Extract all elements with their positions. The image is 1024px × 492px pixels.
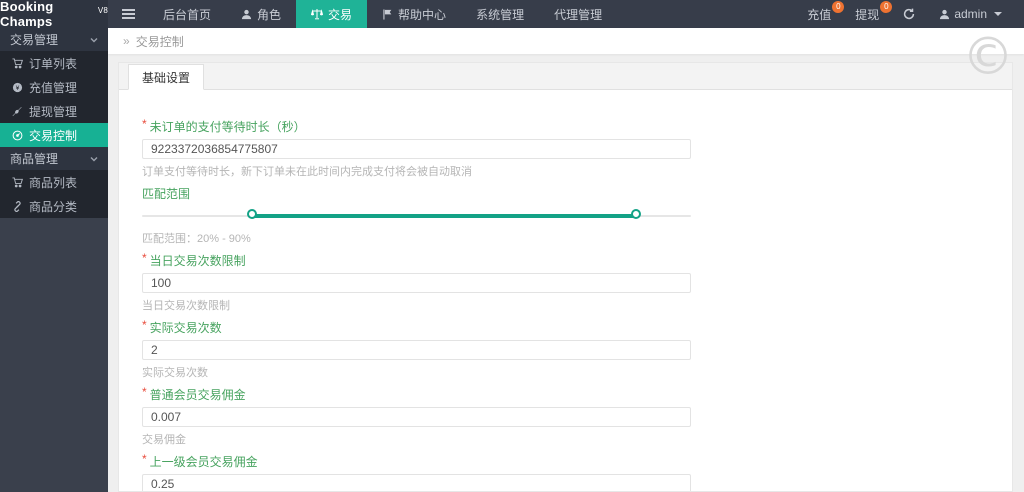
sidebar-item-order-list[interactable]: 订单列表 — [0, 51, 108, 75]
user-icon — [241, 9, 252, 20]
tab-bar: 基础设置 — [119, 63, 1012, 90]
link-icon — [12, 200, 23, 212]
field-label: 上一级会员交易佣金 — [149, 455, 258, 469]
field-match-range: 匹配范围 匹配范围：20% - 90% — [142, 185, 691, 246]
settings-card: 基础设置 * 未订单的支付等待时长（秒） 订单支付等待时长，新下订单未在此时间内… — [118, 62, 1013, 492]
required-asterisk: * — [142, 318, 147, 332]
field-level1-member-commission: * 上一级会员交易佣金 交易佣金 — [142, 452, 691, 491]
daily-trade-limit-input[interactable] — [142, 273, 691, 293]
field-label: 当日交易次数限制 — [149, 254, 246, 268]
field-daily-trade-limit: * 当日交易次数限制 当日交易次数限制 — [142, 252, 691, 313]
app-logo: Booking Champs V8 — [0, 0, 108, 29]
cart-icon — [12, 57, 23, 69]
sidebar-item-withdraw-management[interactable]: 提现管理 — [0, 99, 108, 123]
tab-basic-settings[interactable]: 基础设置 — [128, 64, 205, 90]
nav-item-dashboard[interactable]: 后台首页 — [148, 0, 226, 28]
sidebar-item-trade-control[interactable]: 交易控制 — [0, 123, 108, 147]
refresh-button[interactable] — [891, 0, 927, 28]
breadcrumb-separator: » — [123, 34, 130, 48]
required-asterisk: * — [142, 251, 147, 265]
required-asterisk: * — [142, 117, 147, 131]
hamburger-icon — [121, 13, 135, 15]
field-help-text: 交易佣金 — [142, 434, 186, 446]
sidebar: 交易管理 订单列表 ¥ 充值管理 提现管理 交易控制 商品管理 商品列表 商品分… — [0, 28, 108, 492]
sidebar-section-product-management[interactable]: 商品管理 — [0, 147, 108, 170]
app-logo-text: Booking Champs — [0, 0, 54, 29]
user-menu[interactable]: admin — [927, 0, 1014, 28]
sidebar-toggle-button[interactable] — [108, 0, 148, 28]
field-label: 匹配范围 — [142, 187, 191, 201]
field-label: 实际交易次数 — [149, 321, 222, 335]
field-help-text: 实际交易次数 — [142, 367, 208, 379]
field-help-text: 订单支付等待时长，新下订单未在此时间内完成支付将会被自动取消 — [142, 166, 472, 178]
withdraw-shortcut[interactable]: 提现 0 — [843, 0, 893, 28]
topbar: Booking Champs V8 后台首页 角色 交易 帮助中心 系统管理 代… — [0, 0, 1024, 29]
sidebar-item-product-list[interactable]: 商品列表 — [0, 170, 108, 194]
user-icon — [939, 9, 950, 20]
nav-item-roles[interactable]: 角色 — [226, 0, 296, 28]
topbar-right: 充值 0 提现 0 admin — [795, 0, 1024, 28]
field-normal-member-commission: * 普通会员交易佣金 交易佣金 — [142, 386, 691, 447]
username-label: admin — [954, 7, 987, 21]
app-logo-version: V8 — [97, 6, 108, 15]
actual-trade-count-input[interactable] — [142, 340, 691, 360]
breadcrumb-current[interactable]: 交易控制 — [136, 33, 184, 50]
match-range-slider[interactable] — [142, 206, 691, 226]
recharge-shortcut[interactable]: 充值 0 — [795, 0, 845, 28]
nav-item-system-management[interactable]: 系统管理 — [461, 0, 539, 28]
field-help-text: 当日交易次数限制 — [142, 300, 230, 312]
breadcrumb: » 交易控制 — [108, 28, 1024, 54]
chevron-down-icon — [90, 156, 98, 161]
main-content: © » 交易控制 基础设置 * 未订单的支付等待时长（秒） 订单支付等 — [108, 28, 1024, 492]
normal-member-commission-input[interactable] — [142, 407, 691, 427]
sidebar-item-product-category[interactable]: 商品分类 — [0, 194, 108, 218]
nav-item-help-center[interactable]: 帮助中心 — [367, 0, 461, 28]
chevron-down-icon — [994, 12, 1002, 16]
slider-handle-max[interactable] — [631, 209, 642, 219]
scales-icon — [311, 8, 324, 20]
required-asterisk: * — [142, 452, 147, 466]
field-help-text: 匹配范围：20% - 90% — [142, 233, 251, 245]
sidebar-empty-area — [0, 218, 108, 492]
level1-member-commission-input[interactable] — [142, 474, 691, 491]
chevron-down-icon — [90, 37, 98, 42]
field-order-pay-wait-time: * 未订单的支付等待时长（秒） 订单支付等待时长，新下订单未在此时间内完成支付将… — [142, 118, 691, 179]
field-label: 未订单的支付等待时长（秒） — [149, 120, 306, 134]
control-icon — [12, 130, 23, 141]
coin-icon: ¥ — [12, 82, 23, 93]
withdraw-icon — [12, 106, 23, 117]
sidebar-item-recharge-management[interactable]: ¥ 充值管理 — [0, 75, 108, 99]
flag-icon — [382, 8, 393, 20]
nav-item-agent-management[interactable]: 代理管理 — [539, 0, 617, 28]
field-label: 普通会员交易佣金 — [149, 388, 246, 402]
slider-active-track — [251, 214, 637, 218]
order-pay-wait-time-input[interactable] — [142, 139, 691, 159]
slider-handle-min[interactable] — [246, 209, 257, 219]
cart-icon — [12, 176, 23, 188]
required-asterisk: * — [142, 385, 147, 399]
nav-item-trade[interactable]: 交易 — [296, 0, 368, 28]
svg-text:¥: ¥ — [16, 84, 20, 91]
refresh-icon — [903, 8, 915, 20]
sidebar-section-trade-management[interactable]: 交易管理 — [0, 28, 108, 51]
settings-form: * 未订单的支付等待时长（秒） 订单支付等待时长，新下订单未在此时间内完成支付将… — [119, 90, 691, 491]
field-actual-trade-count: * 实际交易次数 实际交易次数 — [142, 319, 691, 380]
